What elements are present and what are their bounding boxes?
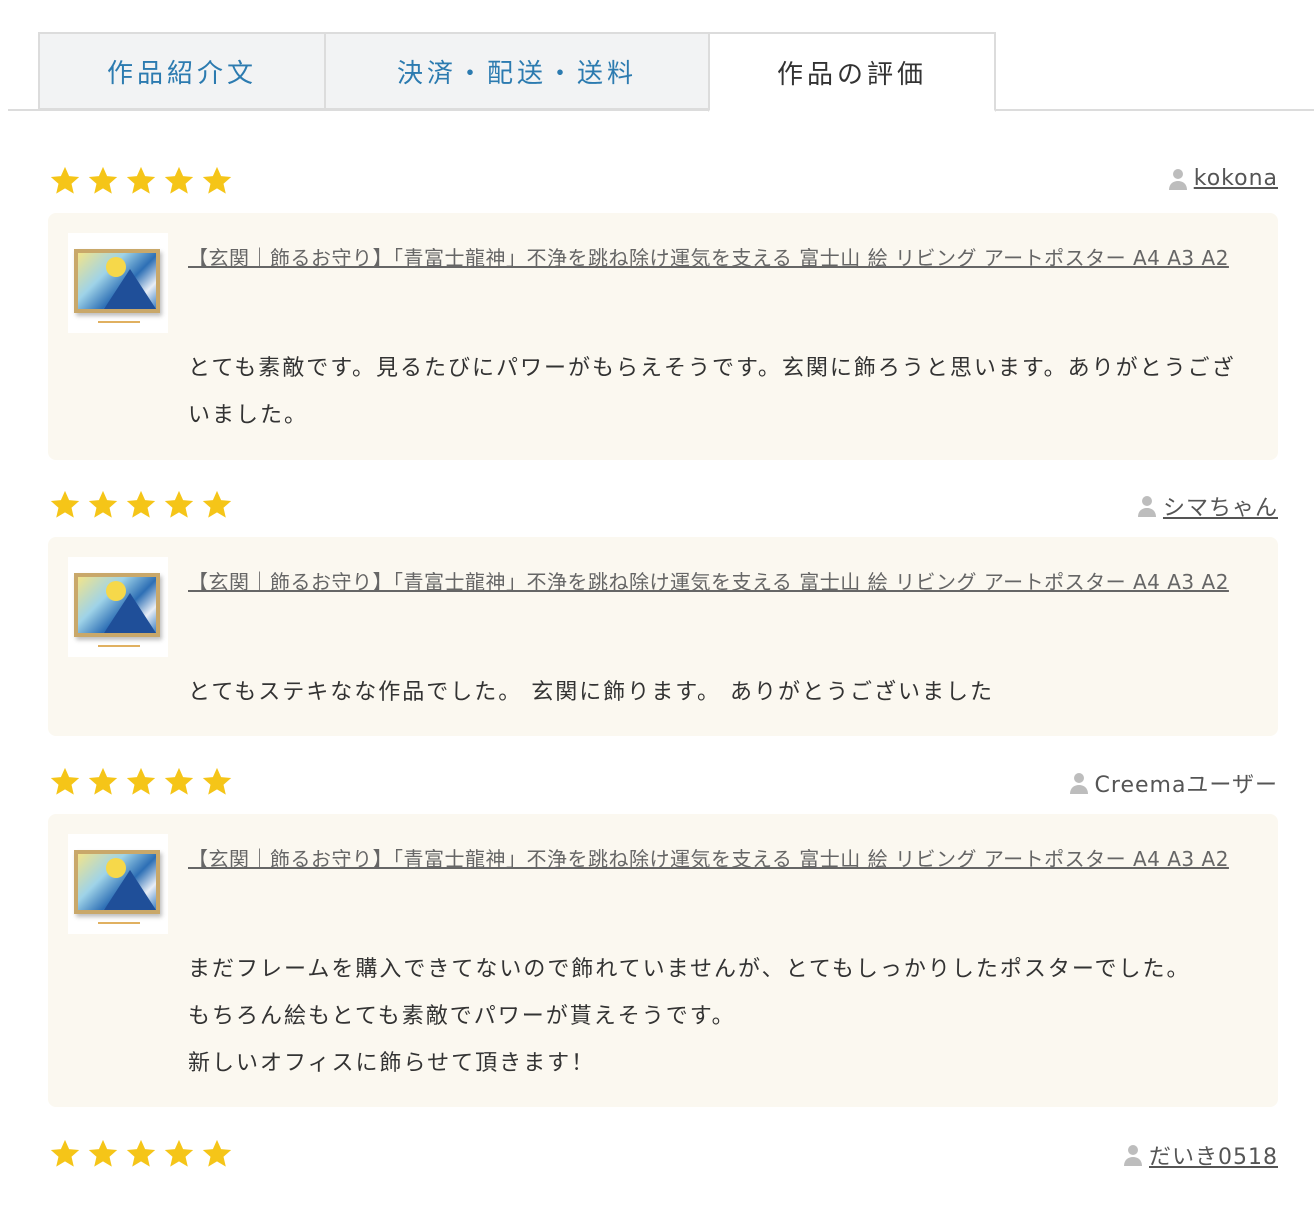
- comment-line: まだフレームを購入できてないので飾れていませんが、とてもしっかりしたポスターでし…: [188, 957, 1191, 982]
- reviewer-name-link[interactable]: kokona: [1194, 166, 1278, 191]
- review-card: 【玄関｜飾るお守り】「青富士龍神」不浄を跳ね除け運気を支える 富士山 絵 リビン…: [48, 537, 1278, 736]
- review-item: だいき0518: [48, 1137, 1278, 1181]
- review-header: kokona: [48, 164, 1278, 208]
- user-icon: [1137, 496, 1156, 517]
- star-icon: [50, 490, 80, 518]
- product-title-link[interactable]: 【玄関｜飾るお守り】「青富士龍神」不浄を跳ね除け運気を支える 富士山 絵 リビン…: [188, 559, 1248, 606]
- star-icon: [50, 166, 80, 194]
- star-icon: [126, 767, 156, 795]
- star-rating: [48, 765, 234, 799]
- star-icon: [88, 166, 118, 194]
- product-thumbnail[interactable]: [68, 834, 168, 934]
- user-icon: [1124, 1145, 1142, 1166]
- review-item: kokona 【玄関｜飾るお守り】「青富士龍神」不浄を跳ね除け運気を支える 富士…: [48, 164, 1278, 460]
- review-header: Creemaユーザー: [48, 765, 1278, 809]
- reviewer: シマちゃん: [1137, 490, 1278, 522]
- review-header: だいき0518: [48, 1137, 1278, 1181]
- reviewer-name-link[interactable]: だいき0518: [1149, 1139, 1278, 1171]
- star-icon: [202, 767, 232, 795]
- review-header: シマちゃん: [48, 488, 1278, 532]
- comment-line: 新しいオフィスに飾らせて頂きます！: [188, 1051, 596, 1076]
- star-icon: [126, 490, 156, 518]
- review-card: 【玄関｜飾るお守り】「青富士龍神」不浄を跳ね除け運気を支える 富士山 絵 リビン…: [48, 213, 1278, 460]
- tab-bar: 作品紹介文 決済・配送・送料 作品の評価: [8, 32, 1314, 112]
- review-comment: とてもステキなな作品でした。 玄関に飾ります。 ありがとうございました: [188, 669, 1248, 716]
- user-icon: [1069, 773, 1088, 794]
- star-icon: [88, 1139, 118, 1167]
- star-rating: [48, 164, 234, 198]
- star-icon: [126, 166, 156, 194]
- star-icon: [164, 490, 194, 518]
- review-item: シマちゃん 【玄関｜飾るお守り】「青富士龍神」不浄を跳ね除け運気を支える 富士山…: [48, 488, 1278, 736]
- star-icon: [50, 767, 80, 795]
- poster-art: [78, 854, 156, 910]
- poster-frame: [74, 850, 160, 914]
- reviewer-name: Creemaユーザー: [1094, 773, 1278, 798]
- reviewer: kokona: [1168, 166, 1278, 191]
- comment-line: とても素敵です。見るたびにパワーがもらえそうです。玄関に飾ろうと思います。ありが…: [188, 356, 1236, 428]
- star-icon: [164, 166, 194, 194]
- review-comment: とても素敵です。見るたびにパワーがもらえそうです。玄関に飾ろうと思います。ありが…: [188, 345, 1248, 439]
- review-card: 【玄関｜飾るお守り】「青富士龍神」不浄を跳ね除け運気を支える 富士山 絵 リビン…: [48, 814, 1278, 1107]
- product-thumbnail[interactable]: [68, 233, 168, 333]
- star-icon: [88, 490, 118, 518]
- poster-frame: [74, 573, 160, 637]
- tab-description[interactable]: 作品紹介文: [38, 32, 326, 110]
- poster-art: [78, 253, 156, 309]
- star-icon: [88, 767, 118, 795]
- product-title-link[interactable]: 【玄関｜飾るお守り】「青富士龍神」不浄を跳ね除け運気を支える 富士山 絵 リビン…: [188, 235, 1248, 282]
- tab-reviews[interactable]: 作品の評価: [708, 32, 996, 112]
- poster-art: [78, 577, 156, 633]
- star-icon: [202, 166, 232, 194]
- reviewer: だいき0518: [1123, 1139, 1278, 1171]
- reviewer-name-link[interactable]: シマちゃん: [1163, 490, 1278, 522]
- product-title-link[interactable]: 【玄関｜飾るお守り】「青富士龍神」不浄を跳ね除け運気を支える 富士山 絵 リビン…: [188, 836, 1248, 883]
- user-icon: [1168, 168, 1187, 190]
- star-icon: [126, 1139, 156, 1167]
- review-item: Creemaユーザー 【玄関｜飾るお守り】「青富士龍神」不浄を跳ね除け運気を支え…: [48, 765, 1278, 1107]
- comment-line: とてもステキなな作品でした。 玄関に飾ります。 ありがとうございました: [188, 680, 995, 705]
- star-rating: [48, 1137, 234, 1171]
- star-rating: [48, 488, 234, 522]
- poster-frame: [74, 249, 160, 313]
- review-comment: まだフレームを購入できてないので飾れていませんが、とてもしっかりしたポスターでし…: [188, 946, 1248, 1087]
- tab-payment-shipping[interactable]: 決済・配送・送料: [324, 32, 710, 110]
- reviewer: Creemaユーザー: [1069, 767, 1278, 799]
- star-icon: [202, 490, 232, 518]
- product-thumbnail[interactable]: [68, 557, 168, 657]
- comment-line: もちろん絵もとても素敵でパワーが貰えそうです。: [188, 1004, 736, 1029]
- star-icon: [202, 1139, 232, 1167]
- star-icon: [50, 1139, 80, 1167]
- star-icon: [164, 767, 194, 795]
- star-icon: [164, 1139, 194, 1167]
